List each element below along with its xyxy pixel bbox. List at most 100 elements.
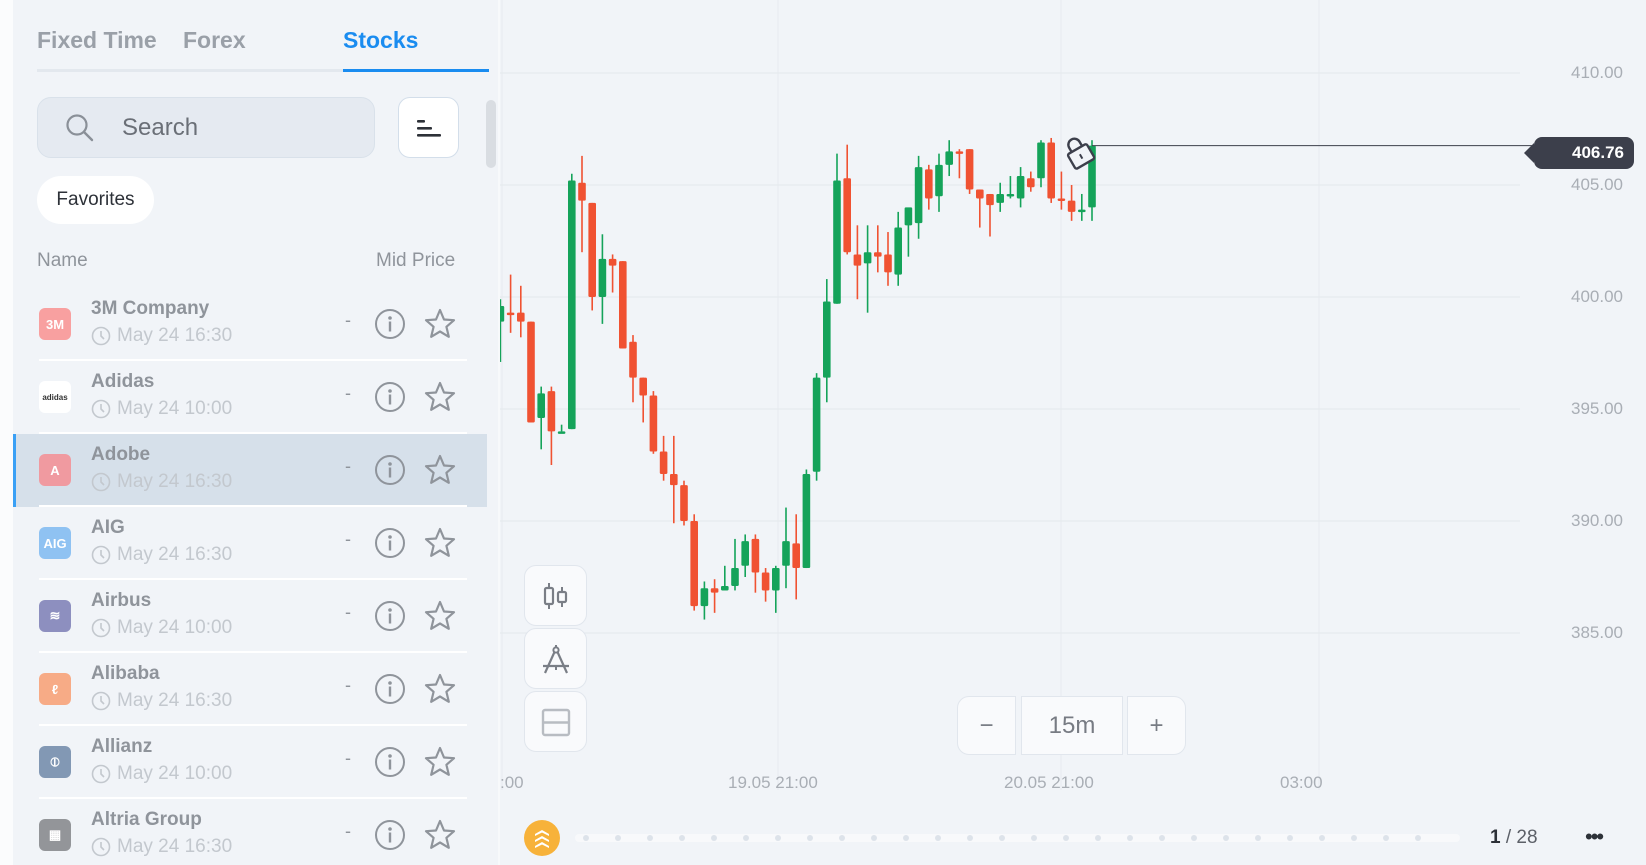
zoom-out-button[interactable]: − [957, 696, 1016, 755]
timeline-dot [1351, 835, 1357, 841]
x-axis-tick-label: 03:00 [1280, 773, 1323, 792]
star-icon[interactable] [423, 818, 457, 852]
clock-icon [91, 399, 111, 419]
timeline-dot [1031, 835, 1037, 841]
candle-body [710, 588, 719, 593]
asset-row[interactable]: ⦶ Allianz May 24 10:00 - [13, 726, 487, 799]
x-axis-tick-label: :00 [500, 773, 524, 792]
asset-logo-text: adidas [42, 392, 68, 402]
search-box [37, 97, 375, 158]
asset-row[interactable]: AIG AIG May 24 16:30 - [13, 507, 487, 580]
tab-forex[interactable]: Forex [183, 27, 246, 54]
candle-body [935, 164, 943, 197]
asset-name: Adidas [91, 371, 155, 392]
star-icon[interactable] [423, 453, 457, 487]
candle-body [772, 568, 780, 591]
asset-row[interactable]: 3M 3M Company May 24 16:30 - [13, 288, 487, 361]
asset-sidebar: Fixed Time Forex Stocks Favorites Name M… [13, 0, 500, 865]
star-icon[interactable] [423, 745, 457, 779]
clock-icon [91, 691, 111, 711]
timeline-track[interactable] [575, 834, 1460, 842]
candle-body [955, 151, 964, 154]
layout-button[interactable] [524, 691, 587, 752]
asset-name: Adobe [91, 444, 151, 465]
candle-body [1027, 178, 1035, 188]
sidebar-scrollbar[interactable] [486, 100, 496, 168]
candle-body [506, 312, 515, 316]
sort-button[interactable] [398, 97, 459, 158]
asset-logo-text: A [50, 462, 60, 478]
timeline-dot [839, 835, 845, 841]
info-icon[interactable] [374, 381, 406, 413]
tab-stocks[interactable]: Stocks [343, 27, 418, 54]
asset-row[interactable]: A Adobe May 24 16:30 - [13, 434, 487, 507]
timeline-dot [775, 835, 781, 841]
more-options-button[interactable]: ••• [1585, 824, 1604, 850]
asset-row[interactable]: ≋ Airbus May 24 10:00 - [13, 580, 487, 653]
candle-body [741, 541, 749, 566]
candle-body [996, 193, 1004, 203]
timeline-dot [1319, 835, 1325, 841]
candle-body [700, 588, 709, 607]
search-icon [66, 114, 94, 142]
drawing-tools-button[interactable] [524, 628, 587, 689]
timeline-dot [807, 835, 813, 841]
timeline-dot [1255, 835, 1261, 841]
candle-body [608, 258, 617, 266]
star-icon[interactable] [423, 526, 457, 560]
candle-body [731, 568, 739, 586]
favorites-filter[interactable]: Favorites [37, 176, 154, 224]
candle-body [547, 391, 556, 432]
split-layout-icon [541, 708, 571, 737]
timeline-dot [1191, 835, 1197, 841]
candle-body [843, 178, 851, 253]
clock-icon [91, 472, 111, 492]
asset-mid-price: - [345, 602, 351, 622]
candle-body [751, 538, 760, 573]
candle-body [894, 227, 902, 275]
candle-body [976, 189, 984, 199]
asset-row[interactable]: ▦ Altria Group May 24 16:30 - [13, 799, 487, 865]
asset-time-text: May 24 16:30 [117, 325, 233, 346]
info-icon[interactable] [374, 527, 406, 559]
candle-body [619, 261, 627, 349]
tab-fixed-time[interactable]: Fixed Time [37, 27, 157, 54]
chevrons-up-icon [535, 830, 549, 848]
asset-row[interactable]: adidas Adidas May 24 10:00 - [13, 361, 487, 434]
star-icon[interactable] [423, 599, 457, 633]
asset-mid-price: - [345, 748, 351, 768]
asset-name: Altria Group [91, 809, 202, 830]
asset-logo-text: 3M [45, 316, 65, 332]
asset-name: Allianz [91, 736, 153, 757]
asset-mid-price: - [345, 383, 351, 403]
info-icon[interactable] [374, 454, 406, 486]
candle-body [812, 377, 821, 472]
info-icon[interactable] [374, 673, 406, 705]
star-icon[interactable] [423, 307, 457, 341]
star-icon[interactable] [423, 380, 457, 414]
y-axis-tick-label: 400.00 [1571, 287, 1623, 306]
info-icon[interactable] [374, 308, 406, 340]
candle-body [925, 169, 933, 199]
info-icon[interactable] [374, 600, 406, 632]
candle-body [792, 543, 800, 569]
asset-logo: 3M [39, 308, 71, 340]
asset-time: May 24 16:30 [91, 690, 232, 712]
zoom-in-button[interactable]: + [1127, 696, 1186, 755]
timeline-dot [903, 835, 909, 841]
asset-name: Airbus [91, 590, 152, 611]
timeline-dot [1159, 835, 1165, 841]
timeline-dot [1127, 835, 1133, 841]
info-icon[interactable] [374, 819, 406, 851]
star-icon[interactable] [423, 672, 457, 706]
timeline-dot [935, 835, 941, 841]
chart-type-button[interactable] [524, 565, 587, 626]
asset-row[interactable]: ℓ Alibaba May 24 16:30 - [13, 653, 487, 726]
timeline-handle[interactable] [524, 820, 560, 856]
asset-logo: ≋ [39, 600, 71, 632]
page-total: / 28 [1505, 827, 1538, 848]
timeframe-selector[interactable]: 15m [1021, 696, 1123, 755]
search-input[interactable] [122, 112, 362, 144]
info-icon[interactable] [374, 746, 406, 778]
candle-body [527, 321, 535, 423]
